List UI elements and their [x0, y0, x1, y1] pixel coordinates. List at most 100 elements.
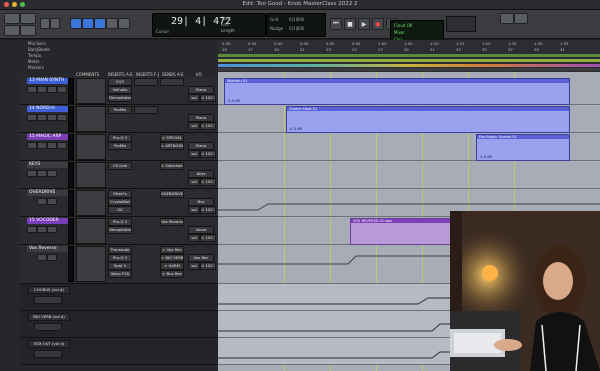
send-slot[interactable]: > ARTNOISE: [160, 142, 184, 150]
play-button[interactable]: ▶: [358, 18, 370, 30]
solo-button[interactable]: [37, 86, 47, 93]
zoom-in-button[interactable]: [50, 18, 60, 29]
automation-value-field[interactable]: [34, 350, 62, 358]
output-selector[interactable]: Piano: [188, 142, 214, 150]
track-name[interactable]: 15 VOCODER: [27, 218, 73, 224]
input-monitor-button[interactable]: [57, 86, 67, 93]
pan-field[interactable]: < 100 100 >: [200, 234, 216, 242]
mute-button[interactable]: [47, 86, 57, 93]
input-monitor-button[interactable]: [57, 114, 67, 121]
insert-slot[interactable]: ProMix: [108, 142, 132, 150]
track-name[interactable]: 13 MAIN SYNTH: [27, 78, 73, 84]
slip-mode-button[interactable]: [4, 25, 20, 36]
audio-clip[interactable]: Choice Sleet-01 -4.3 dB: [286, 106, 570, 133]
pan-field[interactable]: < 100 100 >: [200, 122, 216, 130]
track-magic-arp[interactable]: 15 MAGIC ARP Pro-Q 3 ProMix > SPECIAL > …: [20, 133, 218, 161]
audio-clip[interactable]: Wooden-01 -5.0 dB: [224, 78, 570, 105]
solo-button[interactable]: [37, 198, 47, 205]
insert-slot[interactable]: CS-Link: [108, 162, 132, 170]
comments-field[interactable]: [76, 106, 106, 132]
audio-clip[interactable]: VOX REVERSE-01.wav: [350, 218, 452, 245]
send-slot[interactable]: Vox Reverse: [160, 218, 184, 226]
volume-field[interactable]: vol: [188, 262, 200, 270]
audio-clip[interactable]: Eed Magic Scored-01 -4.0 dB: [476, 134, 570, 161]
record-arm-button[interactable]: [27, 226, 37, 233]
send-slot[interactable]: > Bus Rev: [160, 270, 184, 278]
pan-field[interactable]: < 100 100 >: [200, 178, 216, 186]
trim-tool-button[interactable]: [70, 18, 82, 29]
mute-button[interactable]: [47, 170, 57, 177]
track-name[interactable]: KEYS: [27, 162, 73, 168]
insert-slot[interactable]: Pro-Q 3: [108, 134, 132, 142]
volume-field[interactable]: vol: [188, 178, 200, 186]
insert-slot[interactable]: Valhalla: [108, 86, 132, 94]
grabber-tool-button[interactable]: [94, 18, 106, 29]
input-monitor-button[interactable]: [57, 142, 67, 149]
insert-slot[interactable]: Decapitator: [108, 226, 132, 234]
pan-field[interactable]: < 100 100 >: [200, 206, 216, 214]
volume-field[interactable]: vol: [188, 94, 200, 102]
send-slot[interactable]: [160, 78, 184, 86]
insert-slot[interactable]: OK: [108, 206, 132, 214]
spot-mode-button[interactable]: [20, 13, 36, 24]
track-keys[interactable]: KEYS CS-Link > Sidechain Keys vol < 100 …: [20, 161, 218, 189]
selector-tool-button[interactable]: [82, 18, 94, 29]
scrubber-tool-button[interactable]: [106, 18, 118, 29]
solo-button[interactable]: [37, 226, 47, 233]
send-slot[interactable]: > Vox Rev: [160, 246, 184, 254]
mute-button[interactable]: [47, 226, 57, 233]
insert-slot-empty[interactable]: [134, 106, 158, 114]
insert-slot[interactable]: Warp P18: [108, 270, 132, 278]
volume-field[interactable]: vol: [188, 150, 200, 158]
track-name[interactable]: OVERDRIVE: [27, 190, 73, 196]
send-slot[interactable]: > BIG VERB: [160, 254, 184, 262]
send-slot[interactable]: > SPECIAL: [160, 134, 184, 142]
insert-slot[interactable]: CrystalBot: [108, 198, 132, 206]
zoom-out-button[interactable]: [40, 18, 50, 29]
tempo-button[interactable]: [500, 13, 514, 24]
edit-window-tools[interactable]: [446, 16, 476, 32]
track-name[interactable]: Vox Reverse: [27, 246, 73, 252]
metronome-button[interactable]: [514, 13, 528, 24]
solo-button[interactable]: [37, 254, 47, 261]
solo-button[interactable]: [37, 170, 47, 177]
solo-button[interactable]: [37, 114, 47, 121]
timeline-ruler[interactable]: Min:Secs Bars|Beats Tempo Meter Markers …: [28, 40, 600, 73]
automation-curve[interactable]: [218, 198, 600, 212]
record-button[interactable]: ●: [372, 18, 384, 30]
track-vox-out-automation[interactable]: VOX OUT (vol d): [20, 338, 218, 365]
output-selector[interactable]: Piano: [188, 86, 214, 94]
track-name[interactable]: 15 MAGIC ARP: [27, 134, 73, 140]
track-name[interactable]: CHORUS (vol d): [28, 286, 70, 294]
main-counter[interactable]: 29| 4| 472 Cursor Start End Length: [152, 13, 266, 37]
output-selector[interactable]: Piano: [188, 114, 214, 122]
send-slot[interactable]: OVERDRIVE: [160, 190, 184, 198]
pencil-tool-button[interactable]: [118, 18, 130, 29]
playhead-selection-bar[interactable]: [218, 68, 600, 71]
nudge-grid-display[interactable]: Grid 0|1|000 Nudge 0|1|000: [266, 13, 326, 37]
marker-ruler-bar[interactable]: [218, 64, 600, 67]
mute-button[interactable]: [47, 254, 57, 261]
record-arm-button[interactable]: [27, 142, 37, 149]
comments-field[interactable]: [76, 246, 106, 282]
output-selector[interactable]: Vox Rev: [188, 254, 214, 262]
track-nord-h[interactable]: 14 NORD-H ProMix Piano vol < 100 100 >: [20, 105, 218, 133]
comments-field[interactable]: [76, 190, 106, 216]
insert-slot[interactable]: Transtube: [108, 246, 132, 254]
comments-field[interactable]: [76, 162, 106, 188]
grid-mode-button[interactable]: [20, 25, 36, 36]
volume-field[interactable]: vol: [188, 122, 200, 130]
mute-button[interactable]: [47, 142, 57, 149]
insert-slot[interactable]: FilterFx: [108, 190, 132, 198]
comments-field[interactable]: [76, 78, 106, 104]
return-to-zero-button[interactable]: ⏮: [330, 18, 342, 30]
insert-slot[interactable]: Spat 5: [108, 262, 132, 270]
tempo-ruler-bar[interactable]: [218, 54, 600, 57]
track-name[interactable]: VOX OUT (vol d): [28, 340, 70, 348]
track-vox-reverse[interactable]: Vox Reverse Transtube Pro-Q 3 Spat 5 War…: [20, 245, 218, 284]
insert-slot[interactable]: Pro-Q 3: [108, 254, 132, 262]
output-selector[interactable]: Bus: [188, 198, 214, 206]
record-arm-button[interactable]: [27, 114, 37, 121]
solo-button[interactable]: [37, 142, 47, 149]
track-overdrive[interactable]: OVERDRIVE FilterFx CrystalBot OK OVERDRI…: [20, 189, 218, 217]
